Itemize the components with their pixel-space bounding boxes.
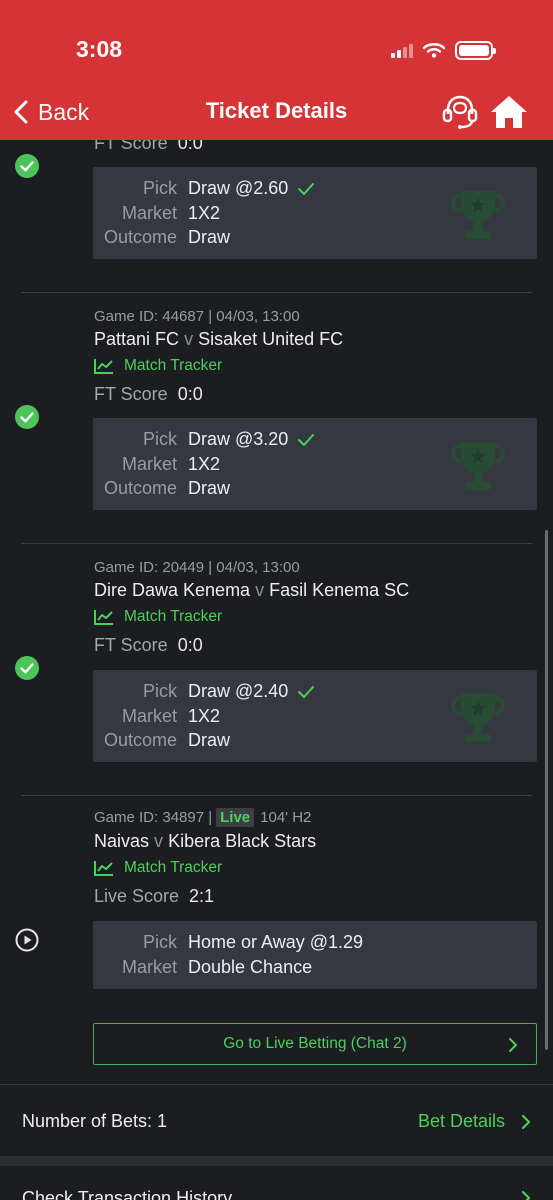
divider xyxy=(21,543,532,544)
game-meta: Game ID: 20449 | 04/03, 13:00 xyxy=(94,559,300,576)
chevron-right-icon xyxy=(521,1190,531,1200)
headset-icon[interactable] xyxy=(442,94,478,130)
match-tracker-link[interactable]: Match Tracker xyxy=(94,608,222,626)
scrollbar[interactable] xyxy=(545,530,548,1050)
status-icons xyxy=(391,38,496,62)
pick-box: Pick Home or Away @1.29 Market Double Chan… xyxy=(93,921,537,989)
chart-line-icon xyxy=(94,861,113,876)
match-tracker-link[interactable]: Match Tracker xyxy=(94,357,222,375)
chevron-right-icon xyxy=(509,1038,517,1052)
status-time: 3:08 xyxy=(76,36,123,62)
cellular-signal-icon xyxy=(391,42,413,58)
wifi-icon xyxy=(423,43,445,58)
checkmark-icon xyxy=(298,182,315,195)
section-separator xyxy=(0,1156,553,1166)
match-teams: Dire Dawa Kenema v Fasil Kenema SC xyxy=(94,580,410,600)
transaction-history-label: Check Transaction History xyxy=(22,1188,233,1200)
live-badge: Live xyxy=(216,808,255,827)
trophy-icon xyxy=(451,694,505,742)
match-tracker-link[interactable]: Match Tracker xyxy=(94,859,222,877)
game-meta: Game ID: 44687 | 04/03, 13:00 xyxy=(94,308,300,325)
home-icon[interactable] xyxy=(490,94,528,130)
ft-score: FT Score 0:0 xyxy=(94,635,203,655)
live-score: Live Score 2:1 xyxy=(94,886,215,906)
match-teams: Naivas v Kibera Black Stars xyxy=(94,831,317,851)
live-match-time: 104' H2 xyxy=(260,809,312,826)
back-button[interactable]: Back xyxy=(14,96,89,128)
pick-box: Pick Draw @2.40 Market 1X2 Outcome Draw xyxy=(93,670,537,762)
app-header: 3:08 Back Ticket Details xyxy=(0,0,553,140)
trophy-icon xyxy=(451,191,505,239)
check-circle-icon xyxy=(15,154,39,178)
check-circle-icon xyxy=(15,656,39,680)
transaction-history-row[interactable]: Check Transaction History xyxy=(0,1166,553,1200)
number-of-bets: Number of Bets: 1 xyxy=(22,1111,168,1131)
check-circle-icon xyxy=(15,405,39,429)
game-meta: Game ID: 34897 | Live 104' H2 xyxy=(94,808,312,827)
bet-details-link[interactable]: Bet Details xyxy=(418,1111,531,1132)
pick-box: Pick Draw @3.20 Market 1X2 Outcome Draw xyxy=(93,418,537,510)
play-circle-icon xyxy=(15,928,39,952)
ticket-content: FT Score 0:0 Pick Draw @2.60 Market 1X2 Out… xyxy=(0,0,553,1200)
chart-line-icon xyxy=(94,359,113,374)
battery-icon xyxy=(455,40,496,60)
divider xyxy=(21,292,532,293)
divider xyxy=(21,795,532,796)
chart-line-icon xyxy=(94,610,113,625)
chevron-left-icon xyxy=(14,100,28,124)
checkmark-icon xyxy=(298,433,315,446)
trophy-icon xyxy=(451,442,505,490)
pick-box: Pick Draw @2.60 Market 1X2 Outcome Draw xyxy=(93,167,537,259)
ft-score: FT Score 0:0 xyxy=(94,384,203,404)
match-teams: Pattani FC v Sisaket United FC xyxy=(94,329,344,349)
chevron-right-icon xyxy=(521,1114,531,1129)
checkmark-icon xyxy=(298,685,315,698)
live-betting-button[interactable]: Go to Live Betting (Chat 2) xyxy=(93,1023,537,1065)
bets-summary: Number of Bets: 1 Bet Details xyxy=(0,1084,553,1156)
